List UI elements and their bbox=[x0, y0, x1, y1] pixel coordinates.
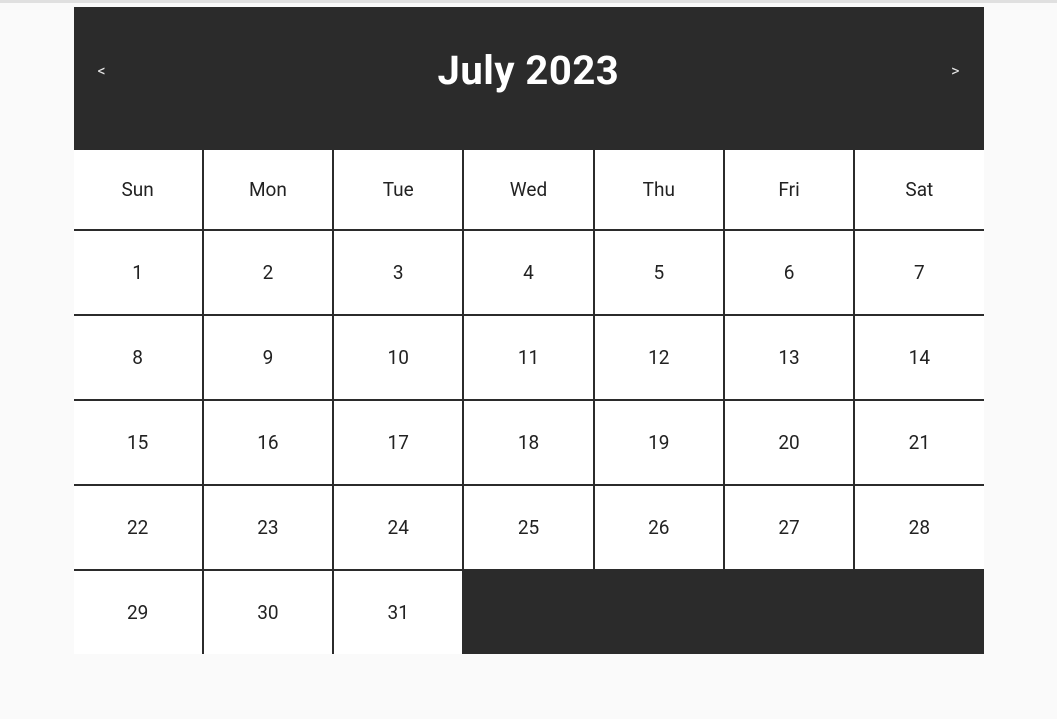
calendar-day-cell[interactable]: 31 bbox=[334, 571, 462, 654]
calendar-day-cell[interactable]: 21 bbox=[855, 401, 983, 484]
calendar-day-cell[interactable]: 6 bbox=[725, 231, 853, 314]
calendar-day-cell[interactable]: 11 bbox=[464, 316, 592, 399]
calendar-empty-cell bbox=[595, 571, 723, 654]
calendar-day-cell[interactable]: 3 bbox=[334, 231, 462, 314]
day-of-week-header: Sat bbox=[855, 150, 983, 229]
day-of-week-header: Wed bbox=[464, 150, 592, 229]
calendar-day-cell[interactable]: 18 bbox=[464, 401, 592, 484]
calendar-empty-cell bbox=[855, 571, 983, 654]
calendar-day-cell[interactable]: 15 bbox=[74, 401, 202, 484]
calendar-day-cell[interactable]: 14 bbox=[855, 316, 983, 399]
calendar-empty-cell bbox=[464, 571, 592, 654]
calendar-day-cell[interactable]: 20 bbox=[725, 401, 853, 484]
calendar-day-cell[interactable]: 19 bbox=[595, 401, 723, 484]
calendar-day-cell[interactable]: 27 bbox=[725, 486, 853, 569]
calendar-day-cell[interactable]: 2 bbox=[204, 231, 332, 314]
day-of-week-header: Mon bbox=[204, 150, 332, 229]
calendar-day-cell[interactable]: 12 bbox=[595, 316, 723, 399]
calendar-title: July 2023 bbox=[438, 47, 620, 94]
calendar-day-cell[interactable]: 8 bbox=[74, 316, 202, 399]
day-of-week-header: Sun bbox=[74, 150, 202, 229]
day-of-week-header: Tue bbox=[334, 150, 462, 229]
calendar-day-cell[interactable]: 10 bbox=[334, 316, 462, 399]
calendar-grid: SunMonTueWedThuFriSat1234567891011121314… bbox=[74, 144, 984, 654]
calendar-day-cell[interactable]: 26 bbox=[595, 486, 723, 569]
calendar-day-cell[interactable]: 23 bbox=[204, 486, 332, 569]
calendar-day-cell[interactable]: 24 bbox=[334, 486, 462, 569]
day-of-week-header: Thu bbox=[595, 150, 723, 229]
calendar-day-cell[interactable]: 5 bbox=[595, 231, 723, 314]
calendar-day-cell[interactable]: 16 bbox=[204, 401, 332, 484]
next-month-button[interactable]: > bbox=[945, 57, 965, 84]
calendar-day-cell[interactable]: 28 bbox=[855, 486, 983, 569]
calendar-day-cell[interactable]: 17 bbox=[334, 401, 462, 484]
calendar-day-cell[interactable]: 7 bbox=[855, 231, 983, 314]
calendar-day-cell[interactable]: 13 bbox=[725, 316, 853, 399]
calendar-day-cell[interactable]: 1 bbox=[74, 231, 202, 314]
calendar-empty-cell bbox=[725, 571, 853, 654]
calendar-day-cell[interactable]: 25 bbox=[464, 486, 592, 569]
calendar-day-cell[interactable]: 29 bbox=[74, 571, 202, 654]
calendar: < July 2023 > SunMonTueWedThuFriSat12345… bbox=[74, 7, 984, 654]
calendar-day-cell[interactable]: 4 bbox=[464, 231, 592, 314]
calendar-day-cell[interactable]: 30 bbox=[204, 571, 332, 654]
calendar-day-cell[interactable]: 9 bbox=[204, 316, 332, 399]
day-of-week-header: Fri bbox=[725, 150, 853, 229]
calendar-day-cell[interactable]: 22 bbox=[74, 486, 202, 569]
calendar-header: < July 2023 > bbox=[74, 7, 984, 144]
prev-month-button[interactable]: < bbox=[92, 57, 112, 84]
